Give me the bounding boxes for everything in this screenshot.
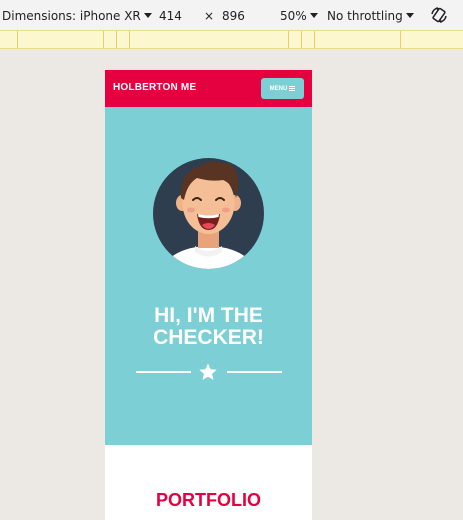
dimensions-dropdown[interactable]: Dimensions: iPhone XR [2, 9, 152, 23]
throttling-label: No throttling [327, 9, 403, 23]
rotate-icon[interactable] [430, 6, 448, 24]
zoom-dropdown[interactable]: 50% [280, 9, 318, 23]
ruler-tick [17, 31, 18, 48]
portfolio-section: PORTFOLIO [105, 445, 312, 520]
site-header: HOLBERTON ME MENU [105, 70, 312, 107]
divider-line-right [227, 371, 282, 373]
hero-title: HI, I'M THE CHECKER! [105, 305, 312, 349]
device-toolbar: Dimensions: iPhone XR 414 × 896 50% No t… [0, 0, 463, 30]
width-input[interactable]: 414 [159, 9, 182, 23]
ruler-tick [301, 31, 302, 48]
chevron-down-icon [405, 13, 414, 18]
hamburger-icon [289, 86, 296, 91]
menu-button[interactable]: MENU [261, 78, 304, 99]
ruler-tick [400, 31, 401, 48]
hero-title-line2: CHECKER! [153, 326, 264, 349]
portfolio-title: PORTFOLIO [156, 490, 261, 510]
ruler-tick [288, 31, 289, 48]
hero-title-line1: HI, I'M THE [154, 304, 263, 327]
hero-section: HI, I'M THE CHECKER! [105, 107, 312, 445]
zoom-label: 50% [280, 9, 307, 23]
dimension-separator: × [204, 9, 215, 23]
avatar-image [153, 158, 264, 269]
media-query-bar[interactable] [0, 30, 463, 49]
menu-label: MENU [269, 85, 288, 92]
throttling-dropdown[interactable]: No throttling [327, 9, 414, 23]
star-icon [199, 363, 217, 380]
site-brand[interactable]: HOLBERTON ME [113, 82, 196, 93]
divider-line-left [136, 371, 191, 373]
chevron-down-icon [309, 13, 318, 18]
dimensions-label: Dimensions: iPhone XR [2, 9, 141, 23]
ruler-tick [129, 31, 130, 48]
ruler-tick [116, 31, 117, 48]
device-viewport: HOLBERTON ME MENU HI, I'M THE CHECKER! P… [105, 70, 312, 520]
height-input[interactable]: 896 [222, 9, 245, 23]
star-divider [136, 362, 282, 382]
ruler-tick [314, 31, 315, 48]
ruler-tick [103, 31, 104, 48]
chevron-down-icon [143, 13, 152, 18]
